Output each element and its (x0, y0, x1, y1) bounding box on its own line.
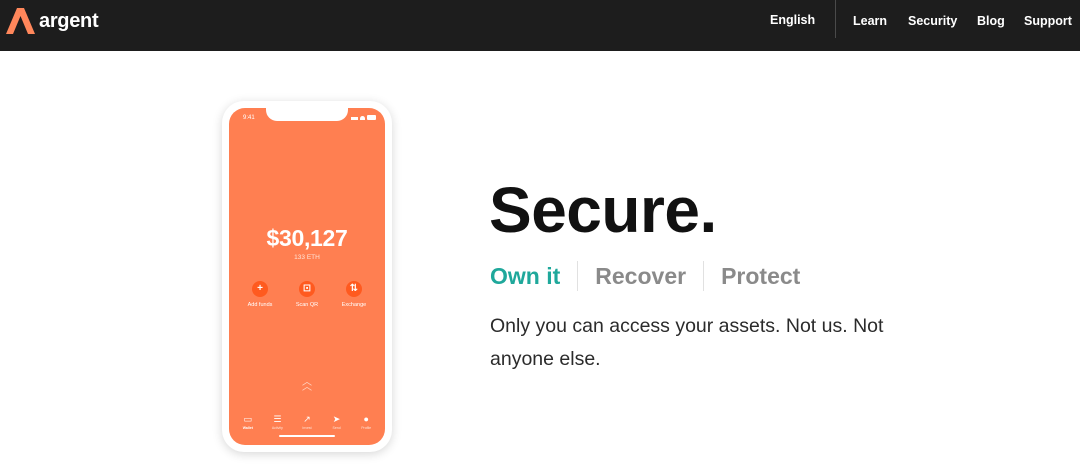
phone-tab-invest: ↗ Invest (293, 414, 321, 430)
phone-tab-profile: ● Profile (352, 414, 380, 430)
phone-tab-label: Invest (302, 426, 312, 430)
wallet-icon: ▭ (243, 414, 253, 424)
add-funds-button: + Add funds (240, 281, 280, 308)
feature-tabs: Own it Recover Protect (490, 260, 800, 292)
phone-mockup: 9:41 $30,127 133 ETH + Add funds ⊡ Scan … (222, 101, 392, 452)
status-icons (351, 115, 376, 120)
phone-tab-bar: ▭ Wallet ☰ Activity ↗ Invest ➤ Send ● Pr… (229, 414, 385, 430)
phone-tab-activity: ☰ Activity (263, 414, 291, 430)
language-selector[interactable]: English (770, 13, 815, 27)
brand-name: argent (39, 9, 99, 32)
phone-screen: 9:41 $30,127 133 ETH + Add funds ⊡ Scan … (229, 108, 385, 445)
scan-qr-button: ⊡ Scan QR (287, 281, 327, 308)
nav-link-learn[interactable]: Learn (853, 14, 887, 28)
battery-icon (367, 115, 376, 120)
tab-divider (577, 261, 579, 291)
wallet-balance: $30,127 (266, 225, 348, 251)
scan-qr-icon: ⊡ (299, 281, 315, 297)
phone-tab-label: Send (332, 426, 341, 430)
home-indicator (279, 435, 335, 437)
nav-divider (835, 0, 836, 38)
plus-icon: + (252, 281, 268, 297)
argent-logo[interactable]: argent (6, 8, 99, 34)
nav-link-support[interactable]: Support (1024, 14, 1072, 28)
chevron-up-icon: ︿ ︿ (302, 377, 312, 393)
exchange-icon: ⇅ (346, 281, 362, 297)
add-funds-label: Add funds (247, 302, 273, 308)
status-time: 9:41 (243, 115, 255, 121)
phone-tab-label: Profile (361, 426, 372, 430)
tab-divider (703, 261, 705, 291)
profile-icon: ● (363, 414, 369, 424)
nav-link-blog[interactable]: Blog (977, 14, 1005, 28)
signal-icon (351, 116, 358, 120)
phone-tab-wallet: ▭ Wallet (234, 414, 262, 430)
argent-logo-icon (6, 8, 35, 34)
wifi-icon (360, 115, 365, 120)
scan-qr-label: Scan QR (295, 302, 319, 308)
top-nav: argent English Learn Security Blog Suppo… (0, 0, 1080, 51)
send-icon: ➤ (332, 414, 341, 424)
tab-own-it[interactable]: Own it (490, 263, 560, 290)
hero-description: Only you can access your assets. Not us.… (490, 315, 884, 370)
tab-recover[interactable]: Recover (595, 263, 686, 290)
wallet-balance-eth: 133 ETH (294, 254, 320, 261)
hero-headline: Secure. (489, 174, 717, 246)
trend-icon: ↗ (303, 414, 311, 424)
activity-icon: ☰ (273, 414, 282, 424)
phone-notch (266, 108, 348, 121)
phone-tab-label: Activity (271, 426, 283, 430)
phone-tab-label: Wallet (242, 426, 253, 430)
exchange-button: ⇅ Exchange (334, 281, 374, 308)
phone-tab-send: ➤ Send (323, 414, 351, 430)
tab-protect[interactable]: Protect (721, 263, 800, 290)
nav-link-security[interactable]: Security (908, 14, 957, 28)
exchange-label: Exchange (341, 302, 367, 308)
